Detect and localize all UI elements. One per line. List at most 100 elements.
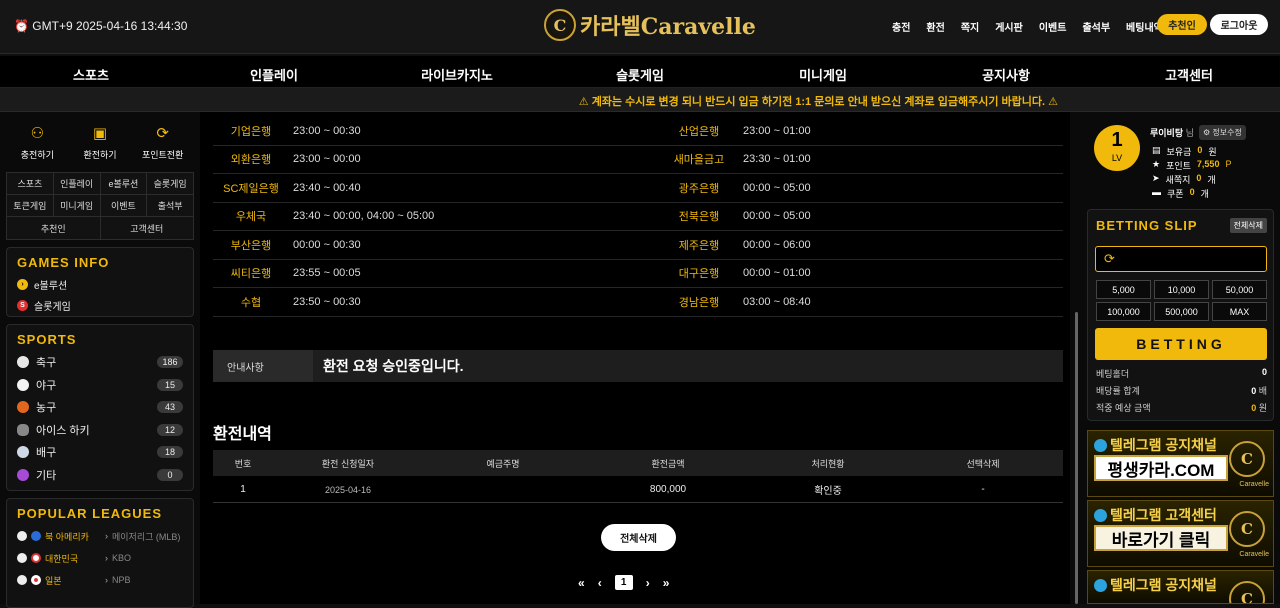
- games-info-evolution[interactable]: › e볼루션: [7, 274, 193, 295]
- left-sidebar: ⚇ 충전하기 ▣ 환전하기 ⟳ 포인트전환 스포츠 인플레이 e볼루션 슬롯게임 토큰…: [0, 112, 200, 608]
- soccer-ball-icon: [17, 356, 29, 369]
- grid-minigame[interactable]: 미니게임: [54, 195, 101, 216]
- stat-label: 새쪽지: [1165, 175, 1191, 185]
- grid-token[interactable]: 토큰게임: [7, 195, 54, 216]
- grid-event[interactable]: 이벤트: [101, 195, 148, 216]
- telegram-icon: [1094, 579, 1107, 592]
- grid-recommend[interactable]: 추천인: [7, 217, 101, 239]
- quick-withdraw-label: 환전하기: [83, 150, 117, 160]
- prev-page-icon[interactable]: ‹: [598, 576, 602, 590]
- main-nav-slots[interactable]: 슬롯게임: [616, 65, 664, 84]
- bank-name: 수협: [240, 296, 262, 309]
- evolution-icon: ›: [17, 279, 28, 290]
- username: 루이비탕 님: [1150, 126, 1194, 139]
- logout-button[interactable]: 로그아웃: [1210, 14, 1268, 35]
- next-page-icon[interactable]: ›: [646, 576, 650, 590]
- refresh-icon: ⟳: [156, 125, 169, 142]
- wallet-icon: ▤: [1152, 145, 1161, 155]
- amount-10000-button[interactable]: 10,000: [1154, 280, 1209, 299]
- slip-win-row: 적중 예상 금액 0 원: [1096, 401, 1267, 414]
- games-info-slots[interactable]: S 슬롯게임: [7, 295, 193, 316]
- page-number[interactable]: 1: [614, 575, 633, 590]
- games-info-title: GAMES INFO: [17, 255, 110, 270]
- last-page-icon[interactable]: »: [663, 576, 670, 590]
- paper-plane-icon: ➤: [1152, 173, 1160, 183]
- grid-support[interactable]: 고객센터: [101, 217, 194, 239]
- stat-messages[interactable]: ➤ 새쪽지 0 개: [1152, 173, 1216, 186]
- stat-value: 0: [1196, 173, 1202, 183]
- banner-title-text: 텔레그램 고객센터: [1110, 507, 1217, 523]
- grid-inplay[interactable]: 인플레이: [54, 173, 101, 194]
- first-page-icon[interactable]: «: [578, 576, 585, 590]
- quick-withdraw[interactable]: ▣ 환전하기: [69, 120, 132, 176]
- amount-500000-button[interactable]: 500,000: [1154, 302, 1209, 321]
- sport-etc[interactable]: 기타 0: [7, 464, 193, 487]
- main-nav-notice[interactable]: 공지사항: [982, 65, 1030, 84]
- main-nav-sports[interactable]: 스포츠: [73, 65, 109, 84]
- star-icon: ★: [1152, 159, 1161, 169]
- stat-value: 0: [1189, 187, 1195, 197]
- grid-sports[interactable]: 스포츠: [7, 173, 54, 194]
- top-nav-messages[interactable]: 쪽지: [961, 19, 979, 34]
- cell-delete[interactable]: -: [903, 484, 1063, 495]
- banner-caption: Caravelle: [1239, 551, 1269, 558]
- amount-max-button[interactable]: MAX: [1212, 302, 1267, 321]
- scrollbar-thumb[interactable]: [1075, 312, 1078, 604]
- bank-name: 외환은행: [230, 154, 272, 167]
- scrollbar[interactable]: [1070, 112, 1084, 604]
- sport-soccer[interactable]: 축구 186: [7, 351, 193, 374]
- top-header: ⏰ GMT+9 2025-04-16 13:44:30 C 카라벨Caravel…: [0, 0, 1280, 54]
- stat-points: ★ 포인트 7,550 P: [1152, 159, 1231, 172]
- telegram-support-banner[interactable]: 텔레그램 고객센터 바로가기 클릭 C Caravelle: [1087, 500, 1274, 567]
- site-logo[interactable]: C 카라벨Caravelle: [544, 7, 756, 43]
- betting-button[interactable]: BETTING: [1095, 328, 1267, 360]
- baseball-icon: [17, 575, 27, 585]
- stat-coupons[interactable]: ▬ 쿠폰 0 개: [1152, 187, 1209, 200]
- edit-profile-button[interactable]: ⚙ 정보수정: [1199, 125, 1246, 140]
- slip-clear-button[interactable]: 전체삭제: [1229, 218, 1267, 233]
- amount-5000-button[interactable]: 5,000: [1096, 280, 1151, 299]
- quick-deposit[interactable]: ⚇ 충전하기: [6, 120, 69, 176]
- main-nav-inplay[interactable]: 인플레이: [250, 65, 298, 84]
- recommend-button[interactable]: 추천인: [1157, 14, 1207, 35]
- top-nav-events[interactable]: 이벤트: [1039, 19, 1067, 34]
- amount-100000-button[interactable]: 100,000: [1096, 302, 1151, 321]
- telegram-notice-banner[interactable]: 텔레그램 공지채널 평생카라.COM C Caravelle: [1087, 430, 1274, 497]
- grid-evolution[interactable]: e볼루션: [101, 173, 148, 194]
- league-item[interactable]: 북 아메리카 › 메이저리그 (MLB): [7, 525, 193, 547]
- amount-50000-button[interactable]: 50,000: [1212, 280, 1267, 299]
- games-info-box: GAMES INFO › e볼루션 S 슬롯게임: [6, 247, 194, 317]
- sport-volleyball[interactable]: 배구 18: [7, 441, 193, 464]
- sport-basketball[interactable]: 농구 43: [7, 396, 193, 419]
- top-nav-withdraw[interactable]: 환전: [926, 19, 944, 34]
- refresh-icon[interactable]: ⟳: [1104, 251, 1115, 266]
- league-region: 대한민국: [45, 553, 79, 564]
- quick-point-convert[interactable]: ⟳ 포인트전환: [131, 120, 194, 176]
- top-nav-board[interactable]: 게시판: [995, 19, 1023, 34]
- top-nav-deposit[interactable]: 충전: [892, 19, 910, 34]
- logo-emblem-icon: C: [544, 9, 576, 41]
- main-nav-support[interactable]: 고객센터: [1165, 65, 1213, 84]
- sport-baseball[interactable]: 야구 15: [7, 374, 193, 397]
- bet-amount-input[interactable]: ⟳: [1095, 246, 1267, 272]
- caravelle-logo-icon: C: [1229, 581, 1265, 603]
- telegram-notice-banner-2[interactable]: 텔레그램 공지채널 C: [1087, 570, 1274, 604]
- bank-name: 씨티은행: [230, 268, 272, 281]
- right-sidebar: 1 LV 루이비탕 님 ⚙ 정보수정 ▤ 보유금 0 원 ★ 포인트 7,550 P ➤ 새쪽…: [1084, 112, 1280, 604]
- main-nav-minigame[interactable]: 미니게임: [799, 65, 847, 84]
- col-delete: 선택삭제: [966, 458, 1000, 469]
- grid-slots[interactable]: 슬롯게임: [147, 173, 193, 194]
- sport-icehockey[interactable]: 아이스 하키 12: [7, 419, 193, 442]
- grid-attendance[interactable]: 출석부: [147, 195, 193, 216]
- top-nav-attendance[interactable]: 출석부: [1082, 19, 1110, 34]
- table-row: 수협 23:50 ~ 00:30 경남은행 03:00 ~ 08:40: [213, 288, 1063, 317]
- league-item[interactable]: 대한민국 › KBO: [7, 547, 193, 569]
- bank-name: 기업은행: [230, 125, 272, 138]
- delete-all-button[interactable]: 전체삭제: [601, 524, 676, 551]
- amount-buttons: 5,000 10,000 50,000 100,000 500,000 MAX: [1096, 280, 1267, 321]
- league-item[interactable]: 일본 › NPB: [7, 569, 193, 591]
- sports-title: SPORTS: [17, 332, 77, 347]
- main-nav-live-casino[interactable]: 라이브카지노: [421, 65, 493, 84]
- bank-time: 00:00 ~ 05:00: [743, 181, 811, 194]
- league-region: 북 아메리카: [45, 531, 89, 542]
